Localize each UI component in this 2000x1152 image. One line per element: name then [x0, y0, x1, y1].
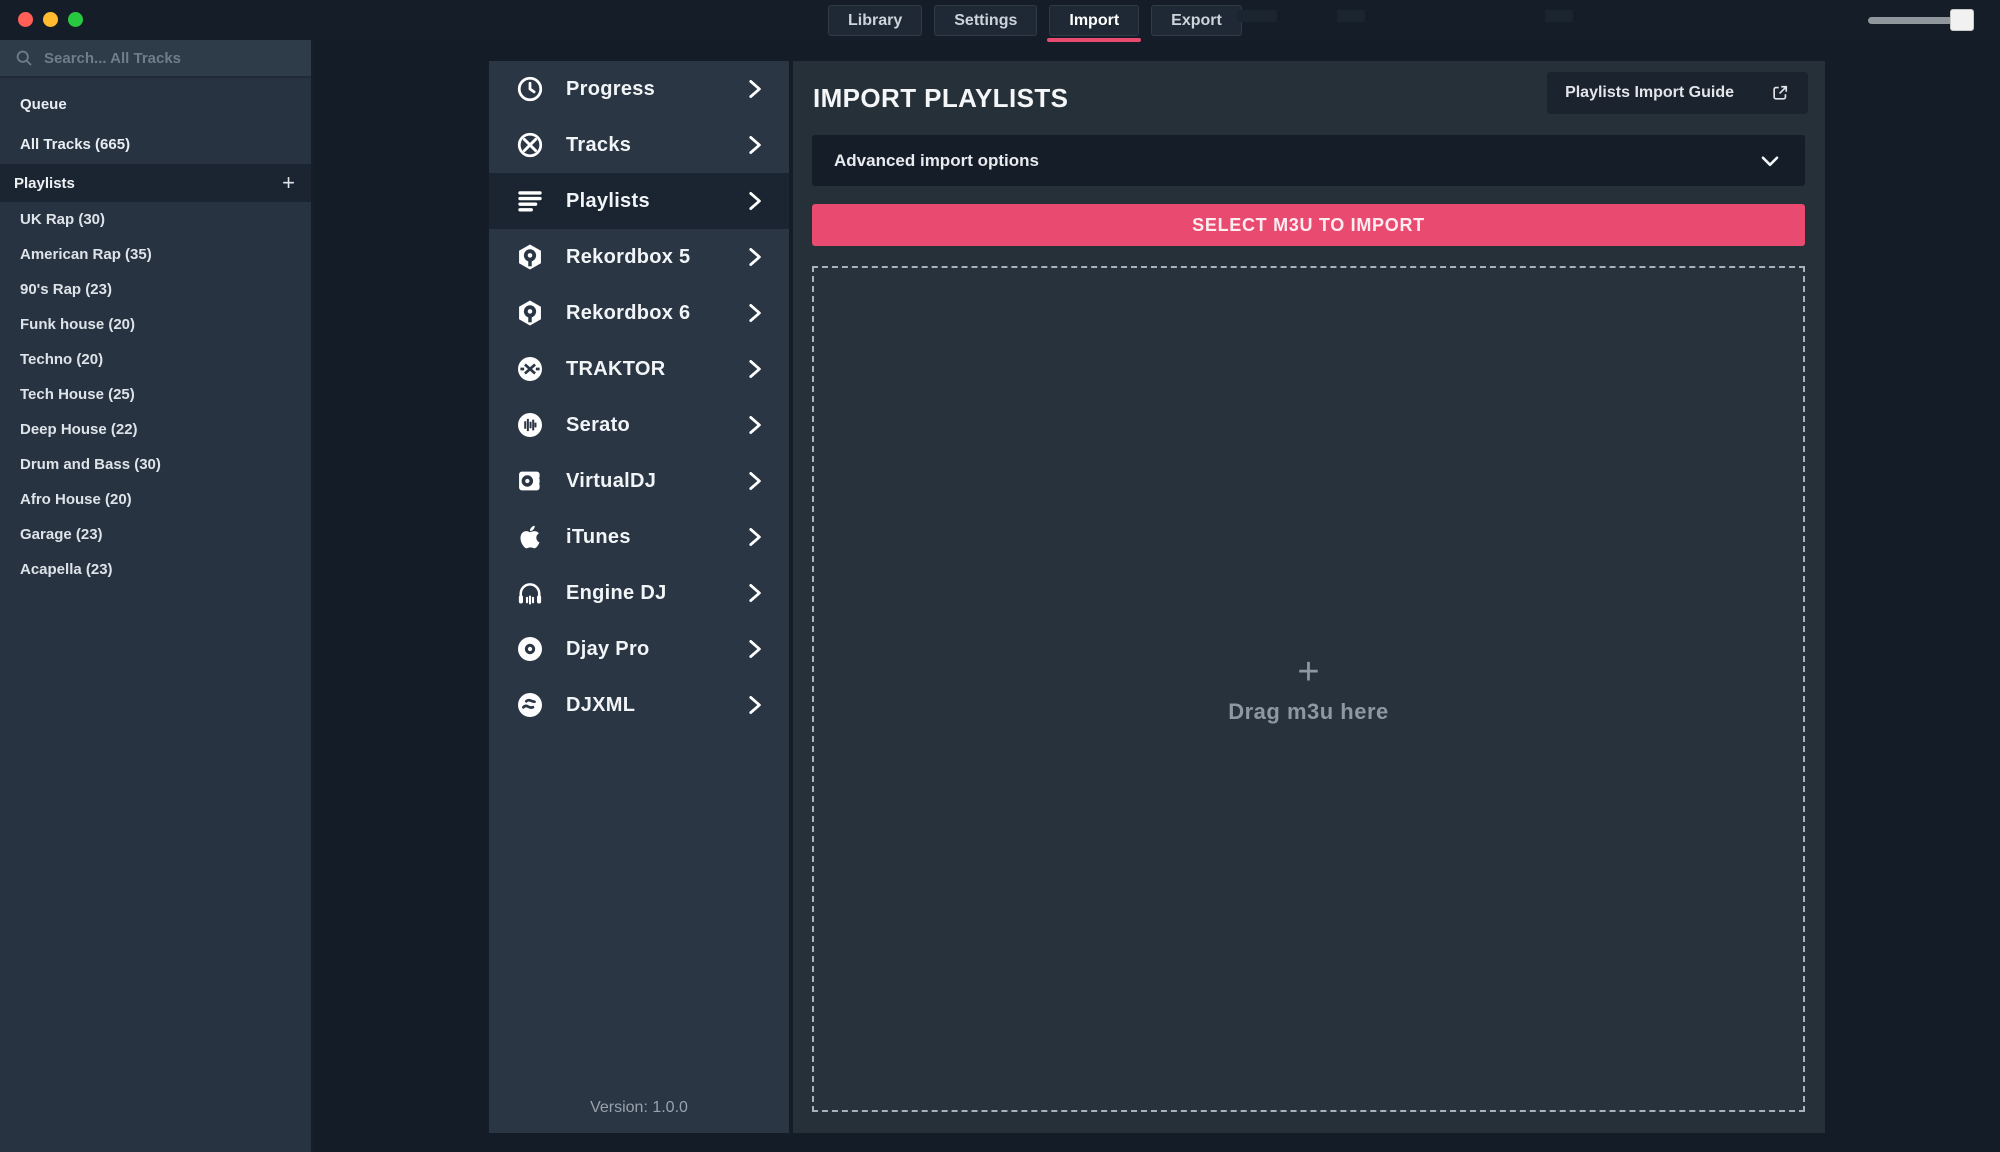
topbar-placeholder: [1337, 10, 1365, 22]
menu-item-label: TRAKTOR: [566, 358, 666, 381]
virtualdj-icon: [513, 464, 547, 498]
topbar-placeholder: [1237, 10, 1277, 22]
menu-item-itunes[interactable]: iTunes: [489, 509, 789, 565]
playlist-item[interactable]: Acapella (23): [0, 552, 311, 587]
chevron-right-icon: [741, 76, 767, 102]
advanced-import-options-toggle[interactable]: Advanced import options: [812, 135, 1805, 186]
playlist-item[interactable]: Drum and Bass (30): [0, 447, 311, 482]
menu-item-label: Playlists: [566, 190, 650, 213]
import-source-menu: Progress Tracks Playlists Rekordbox 5 Rekord…: [489, 61, 789, 1133]
dropzone-label: Drag m3u here: [1228, 699, 1389, 725]
menu-item-rekordbox-5[interactable]: Rekordbox 5: [489, 229, 789, 285]
chevron-right-icon: [741, 692, 767, 718]
playlist-item[interactable]: Deep House (22): [0, 412, 311, 447]
menu-item-label: DJXML: [566, 694, 635, 717]
playlists-header-label: Playlists: [14, 175, 75, 192]
playlist-item[interactable]: Tech House (25): [0, 377, 311, 412]
menu-item-label: Tracks: [566, 134, 631, 157]
title-bar: Library Settings Import Export: [0, 0, 2000, 40]
search-icon: [14, 48, 34, 68]
minimize-icon[interactable]: [43, 12, 58, 27]
library-sidebar: Search... All Tracks QueueAll Tracks (66…: [0, 40, 313, 1152]
menu-item-label: iTunes: [566, 526, 631, 549]
select-m3u-button[interactable]: SELECT M3U TO IMPORT: [812, 204, 1805, 246]
itunes-icon: [513, 520, 547, 554]
enginedj-icon: [513, 576, 547, 610]
menu-item-tracks[interactable]: Tracks: [489, 117, 789, 173]
zoom-slider-thumb[interactable]: [1950, 9, 1974, 31]
djaypro-icon: [513, 632, 547, 666]
playlist-item[interactable]: 90's Rap (23): [0, 272, 311, 307]
rekordbox-icon: [513, 296, 547, 330]
chevron-right-icon: [741, 300, 767, 326]
menu-item-label: VirtualDJ: [566, 470, 656, 493]
menu-item-engine-dj[interactable]: Engine DJ: [489, 565, 789, 621]
tab-library[interactable]: Library: [828, 5, 922, 36]
maximize-icon[interactable]: [68, 12, 83, 27]
menu-item-traktor[interactable]: TRAKTOR: [489, 341, 789, 397]
menu-item-progress[interactable]: Progress: [489, 61, 789, 117]
menu-item-serato[interactable]: Serato: [489, 397, 789, 453]
playlist-item[interactable]: Techno (20): [0, 342, 311, 377]
zoom-slider[interactable]: [1868, 17, 1974, 24]
advanced-options-label: Advanced import options: [834, 151, 1039, 171]
rekordbox-icon: [513, 240, 547, 274]
playlist-item[interactable]: Funk house (20): [0, 307, 311, 342]
guide-button-label: Playlists Import Guide: [1565, 84, 1734, 102]
menu-item-label: Rekordbox 6: [566, 302, 690, 325]
serato-icon: [513, 408, 547, 442]
menu-item-djxml[interactable]: DJXML: [489, 677, 789, 733]
chevron-right-icon: [741, 132, 767, 158]
main-tabs: Library Settings Import Export: [828, 5, 1242, 36]
chevron-right-icon: [741, 636, 767, 662]
sidebar-item-all[interactable]: All Tracks (665): [0, 124, 311, 164]
playlist-item[interactable]: American Rap (35): [0, 237, 311, 272]
chevron-right-icon: [741, 580, 767, 606]
menu-item-label: Djay Pro: [566, 638, 650, 661]
chevron-down-icon: [1757, 148, 1783, 174]
chevron-right-icon: [741, 412, 767, 438]
progress-icon: [513, 72, 547, 106]
tab-import[interactable]: Import: [1049, 5, 1139, 36]
playlists-import-guide-button[interactable]: Playlists Import Guide: [1547, 72, 1808, 114]
tab-export[interactable]: Export: [1151, 5, 1242, 36]
playlist-item[interactable]: Afro House (20): [0, 482, 311, 517]
playlists-icon: [513, 184, 547, 218]
external-link-icon: [1770, 83, 1790, 103]
menu-item-label: Progress: [566, 78, 655, 101]
topbar-placeholder: [1545, 10, 1573, 22]
menu-item-label: Rekordbox 5: [566, 246, 690, 269]
chevron-right-icon: [741, 188, 767, 214]
tracks-icon: [513, 128, 547, 162]
tab-settings[interactable]: Settings: [934, 5, 1037, 36]
chevron-right-icon: [741, 524, 767, 550]
djxml-icon: [513, 688, 547, 722]
plus-icon: +: [1297, 653, 1319, 691]
traktor-icon: [513, 352, 547, 386]
menu-item-label: Engine DJ: [566, 582, 667, 605]
window-controls: [18, 12, 83, 27]
chevron-right-icon: [741, 468, 767, 494]
playlists-section-header: Playlists +: [0, 164, 311, 202]
import-playlists-panel: IMPORT PLAYLISTS Playlists Import Guide …: [793, 61, 1825, 1133]
chevron-right-icon: [741, 356, 767, 382]
playlist-item[interactable]: Garage (23): [0, 517, 311, 552]
sidebar-item-queue[interactable]: Queue: [0, 84, 311, 124]
close-icon[interactable]: [18, 12, 33, 27]
chevron-right-icon: [741, 244, 767, 270]
menu-item-virtualdj[interactable]: VirtualDJ: [489, 453, 789, 509]
menu-item-djay-pro[interactable]: Djay Pro: [489, 621, 789, 677]
m3u-dropzone[interactable]: + Drag m3u here: [812, 266, 1805, 1112]
menu-item-label: Serato: [566, 414, 630, 437]
search-input[interactable]: Search... All Tracks: [0, 40, 311, 78]
add-playlist-button[interactable]: +: [282, 172, 295, 194]
playlist-item[interactable]: UK Rap (30): [0, 202, 311, 237]
search-placeholder: Search... All Tracks: [44, 50, 181, 67]
version-label: Version: 1.0.0: [489, 1099, 789, 1117]
page-title: IMPORT PLAYLISTS: [813, 83, 1068, 114]
menu-item-playlists[interactable]: Playlists: [489, 173, 789, 229]
menu-item-rekordbox-6[interactable]: Rekordbox 6: [489, 285, 789, 341]
